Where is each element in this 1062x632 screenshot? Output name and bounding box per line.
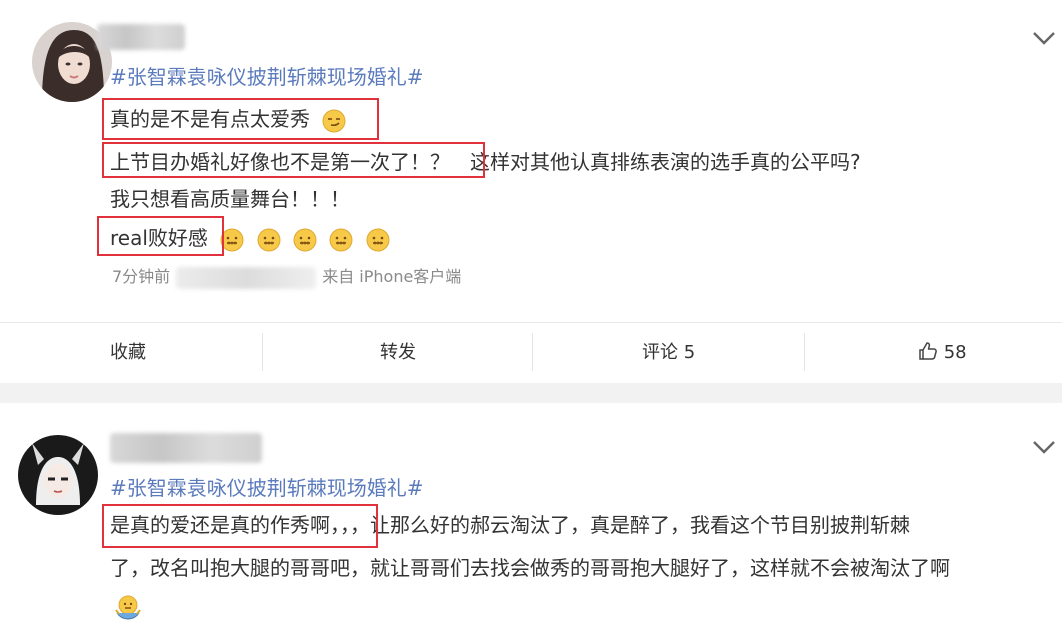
post-text-line-1: 是真的爱还是真的作秀啊，，，让那么好的郝云淘汰了，真是醉了，我看这个节目别披荆斩… bbox=[110, 511, 910, 539]
post-text-line-2: 上节目办婚礼好像也不是第一次了！？ 这样对其他认真排练表演的选手真的公平吗? bbox=[110, 148, 861, 176]
post-text-line-3: 我只想看高质量舞台！！！ bbox=[110, 187, 350, 211]
source-prefix: 来自 bbox=[322, 267, 355, 286]
post-meta: 7分钟前 来自 iPhone客户端 bbox=[112, 266, 461, 289]
divider bbox=[804, 333, 805, 371]
blurred-area bbox=[176, 266, 317, 289]
post-card-2: #张智霖袁咏仪披荆斩棘现场婚礼# 是真的爱还是真的作秀啊，，，让那么好的郝云淘汰… bbox=[0, 403, 1062, 632]
post-text-line-1: 真的是不是有点太爱秀 bbox=[110, 105, 346, 133]
post-card-1: #张智霖袁咏仪披荆斩棘现场婚礼# 真的是不是有点太爱秀 上节目办婚礼好像也不是第… bbox=[0, 0, 1062, 383]
chevron-down-icon[interactable] bbox=[1031, 439, 1057, 455]
hashtag-link[interactable]: #张智霖袁咏仪披荆斩棘现场婚礼# bbox=[110, 63, 424, 91]
hashtag-link[interactable]: #张智霖袁咏仪披荆斩棘现场婚礼# bbox=[110, 474, 424, 502]
like-count: 58 bbox=[943, 342, 967, 363]
username-blurred[interactable] bbox=[110, 433, 262, 463]
username-blurred[interactable] bbox=[97, 24, 185, 50]
post-text-line-2: 了，改名叫抱大腿的哥哥吧，就让哥哥们去找会做秀的哥哥抱大腿好了，这样就不会被淘汰… bbox=[110, 556, 950, 580]
zipper-mouth-emoji-icon bbox=[293, 228, 317, 251]
zipper-mouth-emoji-icon bbox=[366, 228, 390, 251]
post-time[interactable]: 7分钟前 bbox=[112, 267, 170, 286]
post-text: real败好感 bbox=[110, 226, 208, 250]
post-text-highlighted: 是真的爱还是真的作秀啊， bbox=[110, 513, 340, 537]
favorite-button[interactable]: 收藏 bbox=[110, 338, 146, 368]
post-text: ，，让那么好的郝云淘汰了，真是醉了，我看这个节目别披荆斩棘 bbox=[340, 513, 910, 537]
chevron-down-icon[interactable] bbox=[1031, 30, 1057, 46]
source-link[interactable]: iPhone客户端 bbox=[359, 267, 461, 286]
comment-button[interactable]: 评论 5 bbox=[642, 338, 695, 368]
zipper-mouth-emoji-icon bbox=[329, 228, 353, 251]
zipper-mouth-emoji-icon bbox=[220, 228, 244, 251]
post-text: 这样对其他认真排练表演的选手真的公平吗? bbox=[470, 150, 861, 174]
divider bbox=[262, 333, 263, 371]
like-button[interactable]: 58 bbox=[918, 338, 967, 368]
post-text-highlighted: 上节目办婚礼好像也不是第一次了！？ bbox=[110, 150, 450, 174]
post-text-line-4: real败好感 bbox=[110, 224, 390, 252]
divider bbox=[0, 322, 1062, 323]
divider bbox=[532, 333, 533, 371]
smirk-emoji-icon bbox=[322, 109, 346, 132]
thumbs-up-icon bbox=[919, 342, 937, 360]
post-text: 真的是不是有点太爱秀 bbox=[110, 107, 310, 131]
zipper-mouth-emoji-icon bbox=[257, 228, 281, 251]
shrug-emoji-icon bbox=[115, 595, 141, 620]
avatar[interactable] bbox=[18, 435, 98, 515]
repost-button[interactable]: 转发 bbox=[380, 338, 416, 368]
